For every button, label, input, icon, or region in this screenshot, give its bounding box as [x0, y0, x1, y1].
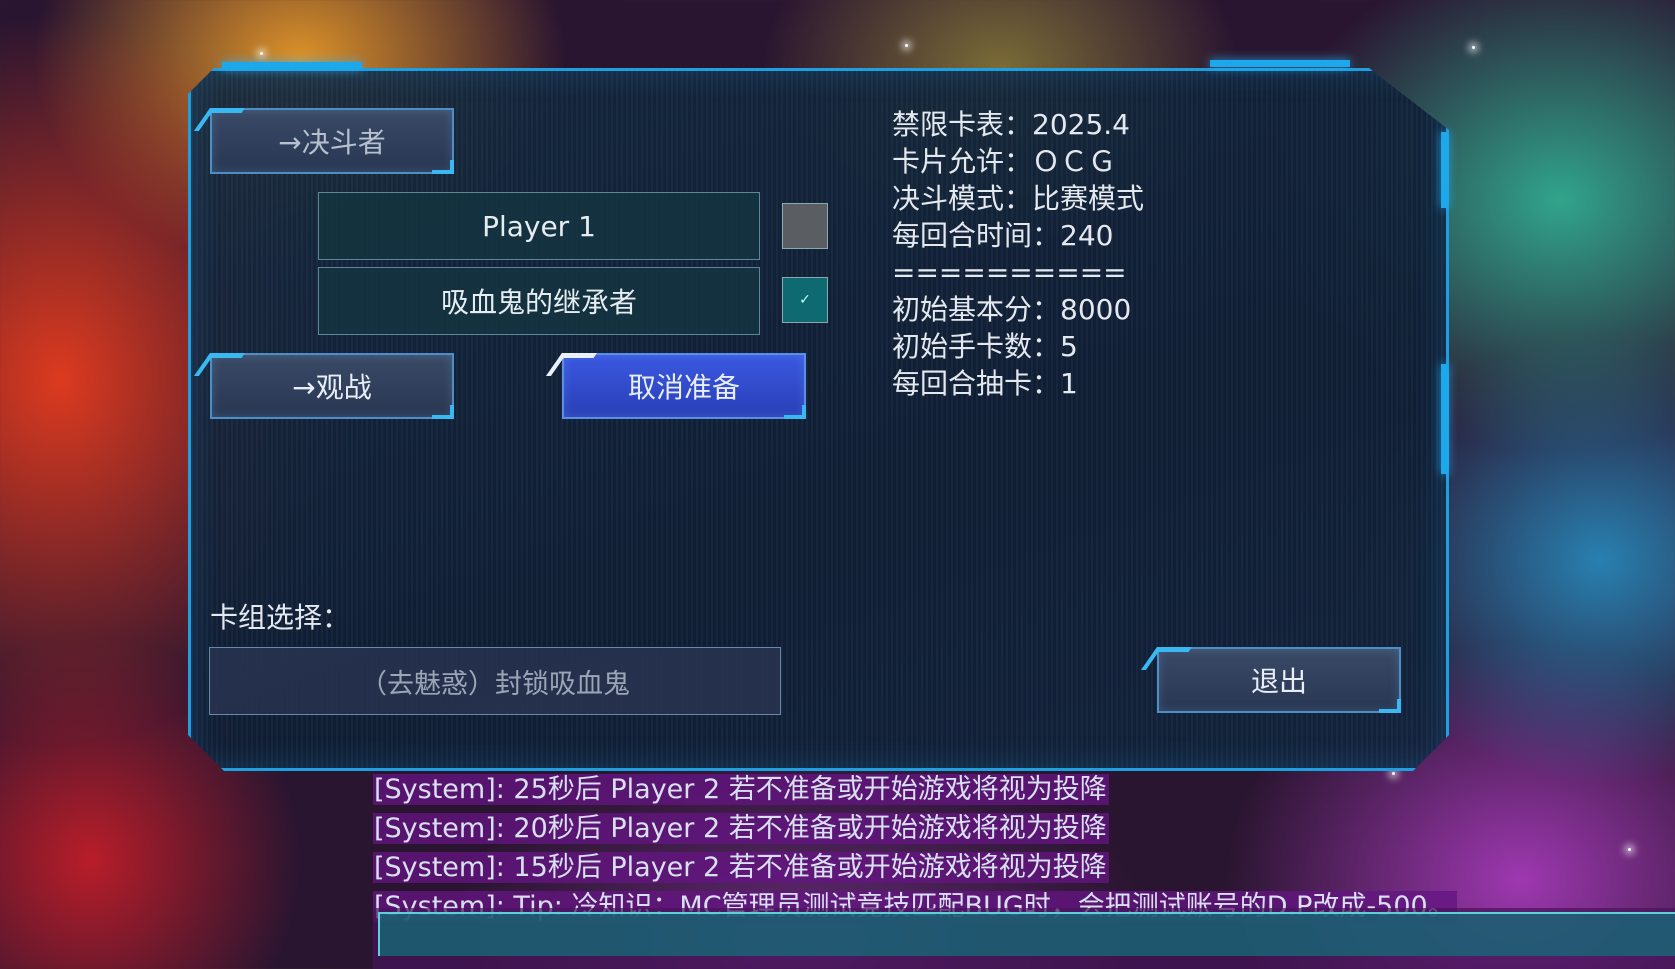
player-slot-1: Player 1 [318, 192, 760, 260]
background-star [1472, 46, 1475, 49]
chat-message: [System]: 20秒后 Player 2 若不准备或开始游戏将视为投降 [373, 813, 1109, 844]
card-pool-info: 卡片允许：ＯＣＧ [892, 145, 1117, 178]
ready-checkbox-player-1 [782, 203, 828, 249]
background-star [1628, 848, 1631, 851]
draw-count-info: 每回合抽卡：1 [892, 367, 1078, 400]
duel-mode-info: 决斗模式：比赛模式 [892, 182, 1145, 215]
background-star [905, 44, 908, 47]
turn-time-info: 每回合时间：240 [892, 219, 1114, 252]
panel-accent-right-mid [1441, 364, 1448, 474]
player-name: Player 1 [482, 209, 596, 243]
room-settings: 禁限卡表：2025.4 卡片允许：ＯＣＧ 决斗模式：比赛模式 每回合时间：240… [892, 106, 1144, 402]
player-name: 吸血鬼的继承者 [440, 286, 637, 319]
panel-accent-top-right [1210, 60, 1350, 67]
join-duelist-button[interactable]: →决斗者 [210, 108, 454, 174]
chat-message: [System]: 15秒后 Player 2 若不准备或开始游戏将视为投降 [373, 852, 1109, 883]
deck-select-dropdown[interactable]: （去魅惑）封锁吸血鬼 [209, 647, 781, 715]
info-separator: ========== [892, 256, 1127, 289]
start-lp-info: 初始基本分：8000 [892, 293, 1132, 326]
chat-log: [System]: 25秒后 Player 2 若不准备或开始游戏将视为投降 [… [373, 770, 1457, 926]
start-hand-info: 初始手卡数：5 [892, 330, 1078, 363]
chat-message: [System]: 25秒后 Player 2 若不准备或开始游戏将视为投降 [373, 774, 1109, 805]
spectate-button[interactable]: →观战 [210, 353, 454, 419]
exit-button[interactable]: 退出 [1157, 647, 1401, 713]
ready-checkbox-player-2: ✓ [782, 277, 828, 323]
panel-accent-top-left [222, 62, 362, 69]
cancel-ready-button[interactable]: 取消准备 [562, 353, 806, 419]
player-slot-2: 吸血鬼的继承者 [318, 267, 760, 335]
panel-accent-right [1441, 132, 1448, 208]
deck-select-value: （去魅惑）封锁吸血鬼 [360, 668, 630, 700]
banlist-info: 禁限卡表：2025.4 [892, 108, 1130, 141]
chat-input[interactable] [378, 912, 1675, 956]
background-star [260, 52, 263, 55]
deck-select-label: 卡组选择： [210, 601, 351, 634]
check-icon: ✓ [799, 292, 811, 308]
